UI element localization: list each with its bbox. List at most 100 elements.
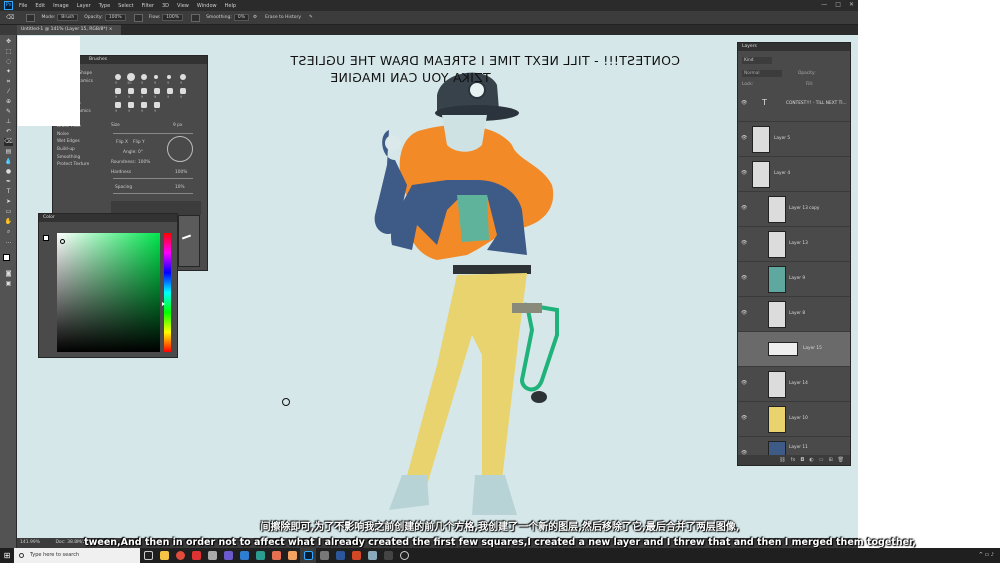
brush-tip[interactable]: [115, 74, 121, 80]
opacity-field[interactable]: 100%: [104, 14, 126, 21]
menu-3d[interactable]: 3D: [162, 3, 169, 9]
shape-tool-icon[interactable]: ▭: [4, 208, 13, 216]
more-tools-icon[interactable]: …: [4, 238, 13, 246]
layer-row[interactable]: 👁 Layer 5: [738, 122, 850, 157]
brush-tip[interactable]: [127, 73, 135, 81]
store-icon[interactable]: [236, 548, 252, 563]
brush-tip[interactable]: [167, 88, 173, 94]
powerpoint-icon[interactable]: [348, 548, 364, 563]
flip-x-checkbox[interactable]: Flip X: [116, 140, 128, 145]
brush-preset-picker[interactable]: [26, 13, 36, 22]
new-layer-icon[interactable]: ⊞: [828, 457, 832, 463]
erase-to-history-checkbox[interactable]: Erase to History: [265, 15, 301, 20]
magic-wand-icon[interactable]: ✦: [4, 68, 13, 76]
brush-tip[interactable]: [154, 102, 160, 108]
menu-select[interactable]: Select: [118, 3, 133, 9]
layer-name[interactable]: Layer 4: [774, 171, 790, 176]
color-picker-marker[interactable]: [60, 239, 65, 244]
brush-tip[interactable]: [167, 75, 171, 79]
system-tray[interactable]: ^ ▭ ♪: [979, 548, 994, 563]
path-select-icon[interactable]: ➤: [4, 198, 13, 206]
gradient-tool-icon[interactable]: ▤: [4, 148, 13, 156]
brush-tool-icon[interactable]: ✎: [4, 108, 13, 116]
pressure-size-icon[interactable]: ✎: [309, 15, 313, 20]
airbrush-icon[interactable]: [191, 13, 201, 22]
spacing-checkbox[interactable]: Spacing: [115, 185, 132, 190]
layer-row[interactable]: 👁 Layer 4: [738, 157, 850, 192]
smoothing-field[interactable]: 0%: [233, 14, 250, 21]
menu-window[interactable]: Window: [197, 3, 217, 9]
layer-row[interactable]: 👁 Layer 9: [738, 262, 850, 297]
brush-tip-grid[interactable]: 9 30 9 9 9 9 9 9 9 9 9 9 9 9 9 9: [111, 70, 203, 120]
settings-icon[interactable]: [220, 548, 236, 563]
menu-file[interactable]: File: [19, 3, 27, 9]
zoom-tool-icon[interactable]: ⌕: [4, 228, 13, 236]
history-brush-icon[interactable]: ↶: [4, 128, 13, 136]
layer-name[interactable]: Layer 10: [789, 416, 808, 421]
eraser-tool-icon[interactable]: ⌫: [6, 14, 14, 21]
brush-tip[interactable]: [115, 88, 121, 94]
layer-name[interactable]: Layer 8: [789, 311, 805, 316]
menu-edit[interactable]: Edit: [35, 3, 45, 9]
ds-icon[interactable]: [268, 548, 284, 563]
group-icon[interactable]: ▭: [819, 457, 824, 463]
hardness-value[interactable]: 100%: [175, 170, 187, 175]
visibility-eye-icon[interactable]: 👁: [741, 310, 748, 316]
layer-name[interactable]: Layer 11: [789, 445, 808, 450]
layer-name[interactable]: Layer 15: [803, 346, 822, 351]
clip-icon[interactable]: [364, 548, 380, 563]
brush-tip[interactable]: [128, 88, 134, 94]
menu-layer[interactable]: Layer: [77, 3, 91, 9]
visibility-eye-icon[interactable]: 👁: [741, 240, 748, 246]
layer-row[interactable]: 👁 Layer 13: [738, 227, 850, 262]
brush-tip[interactable]: [154, 88, 160, 94]
brush-option-item[interactable]: Protect Texture: [57, 161, 101, 169]
file-explorer-icon[interactable]: [156, 548, 172, 563]
visibility-eye-icon[interactable]: 👁: [741, 135, 748, 141]
size-value[interactable]: 9 px: [173, 123, 182, 128]
layer-name[interactable]: Layer 13: [789, 241, 808, 246]
adjustment-icon[interactable]: ◐: [809, 457, 813, 463]
windows-start-icon[interactable]: ⊞: [0, 548, 14, 563]
brush-tip[interactable]: [154, 75, 158, 79]
layer-name[interactable]: Layer 13 copy: [789, 206, 819, 211]
menu-help[interactable]: Help: [225, 3, 236, 9]
brush-tip[interactable]: [128, 102, 134, 108]
visibility-eye-icon[interactable]: 👁: [741, 415, 748, 421]
mode-select[interactable]: Brush: [57, 14, 79, 21]
word-icon[interactable]: [332, 548, 348, 563]
layer-row[interactable]: 👁 Layer 11: [738, 437, 850, 457]
chrome-icon[interactable]: [172, 548, 188, 563]
blend-mode-select[interactable]: Normal: [742, 70, 782, 77]
photoshop-taskbar-icon[interactable]: [300, 548, 316, 563]
layer-name[interactable]: Layer 9: [789, 276, 805, 281]
terminal-icon[interactable]: [380, 548, 396, 563]
lasso-tool-icon[interactable]: ◌: [4, 58, 13, 66]
layer-row[interactable]: 👁 Layer 8: [738, 297, 850, 332]
brush-angle-widget[interactable]: [167, 136, 193, 162]
task-view-icon[interactable]: [140, 548, 156, 563]
dodge-tool-icon[interactable]: ●: [4, 168, 13, 176]
layer-name[interactable]: Layer 14: [789, 381, 808, 386]
layer-row-selected[interactable]: Layer 15: [738, 332, 850, 367]
pen-tool-icon[interactable]: ✒: [4, 178, 13, 186]
eraser-tool-icon[interactable]: ⌫: [4, 138, 13, 146]
menu-type[interactable]: Type: [99, 3, 110, 9]
taskbar-search-box[interactable]: Type here to search: [14, 548, 140, 563]
layer-row[interactable]: 👁 Layer 14: [738, 367, 850, 402]
brush-option-item[interactable]: Wet Edges: [57, 138, 101, 146]
brush-tip[interactable]: [141, 74, 147, 80]
spacing-value[interactable]: 10%: [175, 185, 185, 190]
paint-icon[interactable]: [284, 548, 300, 563]
foreground-color-swatch[interactable]: [3, 254, 10, 261]
brush-tip[interactable]: [115, 102, 121, 108]
layer-row-text[interactable]: 👁 T CONTEST!!! - TILL NEXT TI...: [738, 87, 850, 122]
flip-y-checkbox[interactable]: Flip Y: [133, 140, 145, 145]
fg-bg-swatches[interactable]: [43, 235, 53, 245]
move-tool-icon[interactable]: ✥: [4, 38, 13, 46]
flow-field[interactable]: 100%: [162, 14, 184, 21]
hue-slider[interactable]: [162, 233, 171, 352]
hardness-slider[interactable]: [113, 178, 193, 179]
quick-mask-icon[interactable]: ◙: [4, 270, 13, 278]
camera-icon[interactable]: [316, 548, 332, 563]
